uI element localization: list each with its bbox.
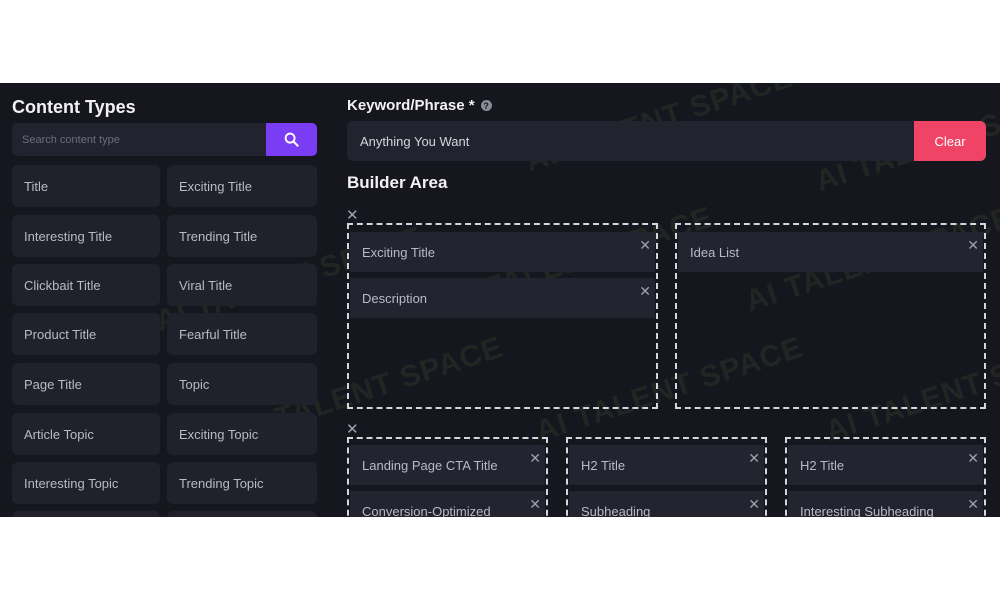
content-type-item[interactable]: Topic (167, 363, 317, 405)
close-icon[interactable]: ✕ (529, 451, 541, 465)
builder-block-label: Subheading (581, 503, 651, 518)
close-icon[interactable]: ✕ (967, 497, 979, 511)
search-button[interactable] (266, 123, 317, 156)
content-type-item[interactable]: Viral Title (167, 264, 317, 306)
keyword-label-text: Keyword/Phrase * (347, 97, 475, 114)
content-type-item[interactable]: Exciting Title (167, 165, 317, 207)
content-type-item[interactable]: Trending Title (167, 215, 317, 257)
builder-block[interactable]: Interesting Subheading ✕ (788, 491, 983, 517)
builder-block-label: H2 Title (581, 457, 626, 473)
content-type-item[interactable] (12, 511, 160, 517)
content-type-search (12, 123, 317, 156)
content-type-item[interactable]: Clickbait Title (12, 264, 160, 306)
content-type-item[interactable]: Product Title (12, 313, 160, 355)
help-icon[interactable]: ? (480, 100, 492, 111)
builder-block[interactable]: Exciting Title ✕ (350, 232, 655, 272)
builder-block-label: Conversion-Optimized (362, 503, 491, 518)
content-type-item[interactable]: Trending Topic (167, 462, 317, 504)
content-types-title: Content Types (12, 97, 136, 117)
content-type-item[interactable]: Fearful Title (167, 313, 317, 355)
close-icon[interactable]: ✕ (639, 284, 651, 298)
builder-block-label: Interesting Subheading (800, 503, 934, 518)
builder-block-label: Description (362, 290, 428, 306)
builder-drop-zone[interactable]: H2 Title ✕ Interesting Subheading ✕ (785, 437, 986, 517)
remove-row-close-icon[interactable]: ✕ (346, 208, 359, 223)
builder-block[interactable]: Description ✕ (350, 278, 655, 318)
builder-drop-zone[interactable]: Landing Page CTA Title ✕ Conversion-Opti… (347, 437, 548, 517)
builder-drop-zone[interactable]: Idea List ✕ (675, 223, 986, 409)
builder-block-label: Exciting Title (362, 244, 435, 260)
builder-block[interactable]: Idea List ✕ (678, 232, 983, 272)
builder-block[interactable]: H2 Title ✕ (569, 445, 764, 485)
close-icon[interactable]: ✕ (748, 497, 760, 511)
content-type-item[interactable]: Interesting Title (12, 215, 160, 257)
search-input[interactable] (12, 123, 266, 156)
content-type-item[interactable]: Title (12, 165, 160, 207)
content-type-item[interactable]: Interesting Topic (12, 462, 160, 504)
builder-block-label: H2 Title (800, 457, 845, 473)
builder-block[interactable]: Landing Page CTA Title ✕ (350, 445, 545, 485)
search-icon (284, 132, 299, 147)
remove-row-close-icon[interactable]: ✕ (346, 422, 359, 437)
keyword-input[interactable] (347, 121, 914, 161)
close-icon[interactable]: ✕ (967, 451, 979, 465)
close-icon[interactable]: ✕ (748, 451, 760, 465)
keyword-label: Keyword/Phrase * ? (347, 97, 492, 114)
builder-block[interactable]: Subheading ✕ (569, 491, 764, 517)
builder-block-label: Idea List (690, 244, 740, 260)
content-type-item[interactable] (167, 511, 317, 517)
close-icon[interactable]: ✕ (639, 238, 651, 252)
content-type-item[interactable]: Article Topic (12, 413, 160, 455)
app-window: AI TALENT SPACE AI TALENT SPACE AI TALEN… (0, 83, 1000, 517)
builder-block[interactable]: H2 Title ✕ (788, 445, 983, 485)
builder-block[interactable]: Conversion-Optimized ✕ (350, 491, 545, 517)
builder-drop-zone[interactable]: H2 Title ✕ Subheading ✕ (566, 437, 767, 517)
close-icon[interactable]: ✕ (967, 238, 979, 252)
content-type-item[interactable]: Page Title (12, 363, 160, 405)
clear-button[interactable]: Clear (914, 121, 986, 161)
builder-area-title: Builder Area (347, 173, 448, 192)
builder-block-label: Landing Page CTA Title (362, 457, 498, 473)
builder-drop-zone[interactable]: Exciting Title ✕ Description ✕ (347, 223, 658, 409)
content-type-item[interactable]: Exciting Topic (167, 413, 317, 455)
close-icon[interactable]: ✕ (529, 497, 541, 511)
